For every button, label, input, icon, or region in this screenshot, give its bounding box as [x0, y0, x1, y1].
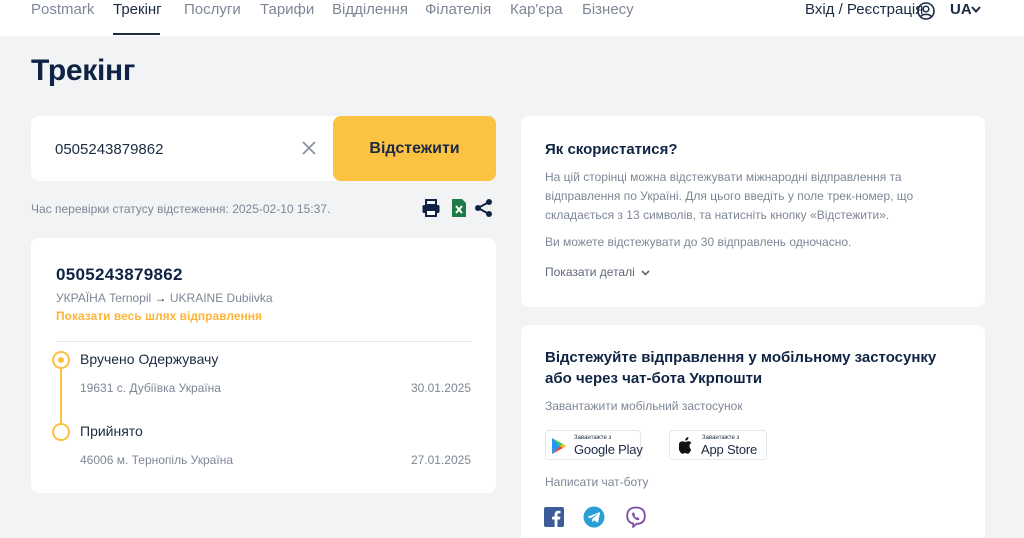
- top-navigation: Postmark Трекінг Послуги Тарифи Відділен…: [0, 0, 1024, 36]
- show-full-path-link[interactable]: Показати весь шлях відправлення: [56, 309, 262, 323]
- chevron-down-icon[interactable]: [641, 269, 650, 277]
- app-store-small-text: Завантажте з: [702, 435, 740, 441]
- google-play-label: Google Play: [574, 442, 643, 457]
- active-tab-indicator: [113, 33, 160, 35]
- route-destination: UKRAINE Dubiivka: [169, 291, 273, 305]
- app-store-button[interactable]: Завантажте з App Store: [669, 430, 767, 460]
- tracking-result-card: 0505243879862 УКРАЇНА Ternopil → UKRAINE…: [31, 238, 496, 493]
- event-status: Прийнято: [80, 423, 143, 439]
- apple-icon: [679, 437, 692, 454]
- event-location: 46006 м. Тернопіль Україна: [80, 453, 233, 467]
- shipment-route: УКРАЇНА Ternopil → UKRAINE Dubiivka: [56, 291, 273, 305]
- nav-item-tariffs[interactable]: Тарифи: [260, 1, 314, 18]
- result-tracking-number: 0505243879862: [56, 265, 183, 284]
- mobile-app-card: Відстежуйте відправлення у мобільному за…: [521, 325, 985, 538]
- clear-icon[interactable]: [301, 140, 317, 156]
- google-play-small-text: Завантажте з: [574, 435, 612, 441]
- chevron-down-icon[interactable]: [971, 5, 981, 14]
- tracking-number-input[interactable]: [55, 138, 285, 160]
- language-selector[interactable]: UA: [950, 1, 972, 18]
- nav-item-philately[interactable]: Філателія: [425, 1, 491, 18]
- app-store-label: App Store: [701, 442, 758, 457]
- how-to-title: Як скористатися?: [545, 141, 678, 158]
- timeline-line: [60, 369, 62, 429]
- google-play-button[interactable]: Завантажте з Google Play: [545, 430, 643, 460]
- timeline-dot-accepted: [52, 423, 70, 441]
- telegram-icon[interactable]: [583, 506, 605, 528]
- event-date: 27.01.2025: [410, 453, 471, 467]
- nav-item-branches[interactable]: Відділення: [332, 1, 408, 18]
- tracking-search-box: [31, 116, 337, 181]
- page-title: Трекінг: [31, 54, 136, 87]
- nav-item-tracking[interactable]: Трекінг: [113, 1, 162, 18]
- viber-icon[interactable]: [625, 506, 647, 528]
- download-app-label: Завантажити мобільний застосунок: [545, 399, 743, 413]
- share-icon[interactable]: [474, 198, 494, 218]
- mobile-app-title: Відстежуйте відправлення у мобільному за…: [545, 349, 937, 387]
- show-details-link[interactable]: Показати деталі: [545, 265, 635, 279]
- event-location: 19631 с. Дубіївка Україна: [80, 381, 221, 395]
- timeline-dot-delivered: [52, 351, 70, 369]
- excel-icon[interactable]: [449, 198, 469, 218]
- play-store-icon: [552, 438, 566, 454]
- status-check-time: Час перевірки статусу відстеження: 2025-…: [31, 202, 331, 216]
- how-to-card: Як скористатися? На цій сторінці можна в…: [521, 116, 985, 307]
- how-to-text: На цій сторінці можна відстежувати міжна…: [545, 170, 914, 222]
- tracking-limit-text: Ви можете відстежувати до 30 відправлень…: [545, 235, 852, 249]
- track-button[interactable]: Відстежити: [333, 116, 496, 181]
- print-icon[interactable]: [421, 198, 441, 218]
- arrow-right-icon: →: [154, 291, 167, 305]
- nav-item-career[interactable]: Кар'єра: [510, 1, 563, 18]
- nav-item-services[interactable]: Послуги: [184, 1, 241, 18]
- event-date: 30.01.2025: [410, 381, 471, 395]
- nav-item-business[interactable]: Бізнесу: [582, 1, 634, 18]
- route-origin: УКРАЇНА Ternopil: [56, 291, 152, 305]
- user-circle-icon[interactable]: [917, 2, 935, 20]
- nav-item-postmark[interactable]: Postmark: [31, 1, 94, 18]
- login-link[interactable]: Вхід / Реєстрація: [805, 1, 923, 18]
- divider: [56, 341, 472, 342]
- facebook-icon[interactable]: [543, 506, 565, 528]
- chat-bot-label: Написати чат-боту: [545, 475, 649, 489]
- event-status: Вручено Одержувачу: [80, 351, 219, 367]
